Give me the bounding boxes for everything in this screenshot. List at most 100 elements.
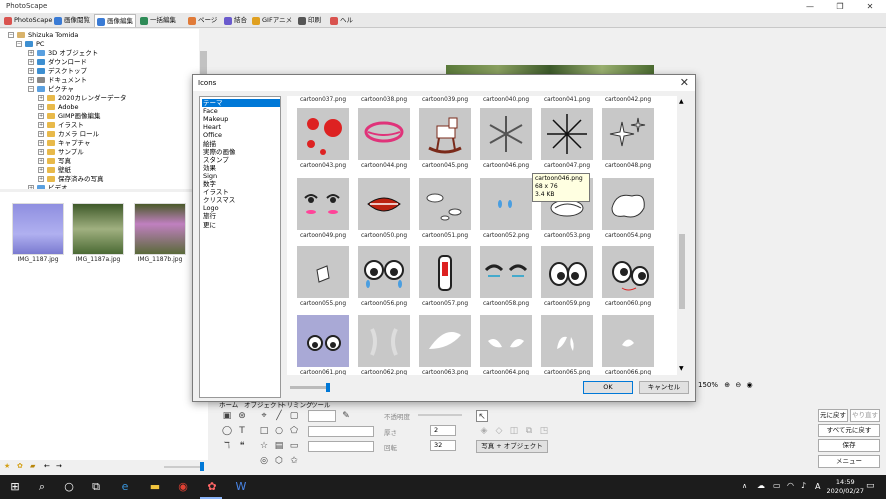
tab-7[interactable]: 印刷 <box>296 14 326 27</box>
minimize-button[interactable]: — <box>796 0 824 13</box>
ime-indicator[interactable]: A <box>815 482 820 491</box>
tree-subitem[interactable]: + 保存済みの写真 <box>38 175 104 184</box>
icon-cell[interactable] <box>602 315 654 367</box>
zoom-in-icon[interactable]: ⊕ <box>724 381 730 389</box>
frame-icon[interactable]: ▤ <box>273 440 285 452</box>
favorites-icon[interactable]: ✿ <box>17 462 23 470</box>
rounded-rect-icon[interactable]: ▭ <box>288 440 300 452</box>
star-icon[interactable]: ☆ <box>258 440 270 452</box>
category-item[interactable]: 効果 <box>202 164 280 172</box>
thumb-size-knob[interactable] <box>200 462 204 471</box>
volume-icon[interactable]: ♪ <box>801 481 806 490</box>
tree-item[interactable]: +3D オブジェクト <box>28 49 98 58</box>
tree-pc[interactable]: − PC <box>16 40 44 49</box>
cancel-button[interactable]: キャンセル <box>639 381 689 394</box>
edge-icon[interactable]: e <box>118 480 132 494</box>
close-window-button[interactable]: ✕ <box>856 0 884 13</box>
forward-arrow-icon[interactable]: → <box>56 462 62 470</box>
speech-bubble-icon[interactable]: ◯ <box>221 425 233 437</box>
icon-cell[interactable] <box>602 108 654 160</box>
start-icon[interactable]: ⊞ <box>8 480 22 494</box>
grid-scroll-thumb[interactable] <box>679 234 685 309</box>
thumbnail-image[interactable] <box>12 203 64 255</box>
pentagon-icon[interactable]: ⬠ <box>288 425 300 437</box>
tree-subitem[interactable]: + 壁紙 <box>38 166 71 175</box>
notification-icon[interactable]: ▭ <box>866 481 875 491</box>
fit-icon[interactable]: ◉ <box>746 381 752 389</box>
tab-6[interactable]: GIFアニメ <box>250 14 294 27</box>
expand-icon[interactable]: + <box>28 77 34 83</box>
category-item[interactable]: イラスト <box>202 188 280 196</box>
icon-cell[interactable] <box>297 108 349 160</box>
tab-5[interactable]: 結合 <box>222 14 248 27</box>
icon-cell[interactable] <box>419 178 471 230</box>
text-style-icon[interactable]: ℸ <box>221 440 233 452</box>
tree-item-cut[interactable]: + ビデオ <box>28 184 68 189</box>
icon-cell[interactable] <box>419 246 471 298</box>
redo-button[interactable]: やり直す <box>850 409 880 422</box>
word-icon[interactable]: W <box>234 480 248 494</box>
image-icon[interactable]: ▣ <box>221 410 233 422</box>
icon-cell[interactable] <box>358 315 410 367</box>
grid-scrollbar[interactable]: ▲ ▼ <box>677 96 687 375</box>
tab-2[interactable]: 画像編集 <box>94 14 136 27</box>
eyedropper-icon[interactable]: ✎ <box>340 410 352 422</box>
wifi-icon[interactable]: ◠ <box>787 481 794 490</box>
zoom-out-icon[interactable]: ⊖ <box>735 381 741 389</box>
ok-button[interactable]: OK <box>583 381 633 394</box>
explorer-icon[interactable]: ▬ <box>148 480 162 494</box>
maximize-button[interactable]: ❐ <box>826 0 854 13</box>
tree-subitem[interactable]: + サンプル <box>38 148 84 157</box>
tree-subitem[interactable]: + イラスト <box>38 121 84 130</box>
photo-object-button[interactable]: 写真 + オブジェクト <box>476 440 548 453</box>
thumb-size-slider[interactable] <box>164 466 204 468</box>
icon-cell[interactable] <box>602 246 654 298</box>
object-icon-3[interactable]: ◫ <box>508 425 520 437</box>
scroll-up-icon[interactable]: ▲ <box>679 98 684 105</box>
tray-chevron-icon[interactable]: ∧ <box>742 482 747 490</box>
icon-cell[interactable] <box>480 315 532 367</box>
category-item[interactable]: スタンプ <box>202 156 280 164</box>
object-icon-4[interactable]: ⧉ <box>523 425 535 437</box>
expand-icon[interactable]: + <box>38 149 44 155</box>
expand-icon[interactable]: + <box>38 104 44 110</box>
expand-icon[interactable]: + <box>38 140 44 146</box>
pointer-icon[interactable]: ↖ <box>476 410 488 422</box>
category-item[interactable]: 旅行 <box>202 212 280 220</box>
tree-subitem[interactable]: + GIMP画像編集 <box>38 112 100 121</box>
icon-size-knob[interactable] <box>326 383 330 392</box>
icon-cell[interactable] <box>358 178 410 230</box>
save-button[interactable]: 保存 <box>818 439 880 452</box>
fill-style-dropdown[interactable] <box>308 441 374 452</box>
scroll-down-icon[interactable]: ▼ <box>679 365 684 372</box>
expand-icon[interactable]: + <box>28 68 34 74</box>
icon-cell[interactable] <box>297 178 349 230</box>
category-item[interactable]: Office <box>202 131 280 139</box>
category-item[interactable]: 絵描 <box>202 140 280 148</box>
icon-cell[interactable] <box>480 246 532 298</box>
undo-button[interactable]: 元に戻す <box>818 409 848 422</box>
chrome-icon[interactable]: ◉ <box>176 480 190 494</box>
icon-cell[interactable] <box>358 108 410 160</box>
dialog-close-icon[interactable]: ✕ <box>680 76 689 89</box>
expand-icon[interactable]: + <box>38 167 44 173</box>
tree-subitem[interactable]: + Adobe <box>38 103 79 112</box>
expand-icon[interactable]: + <box>38 95 44 101</box>
tree-item[interactable]: + デスクトップ <box>28 67 87 76</box>
icon-size-slider[interactable] <box>290 383 330 392</box>
tree-item[interactable]: − ピクチャ <box>28 85 74 94</box>
tab-1[interactable]: 画像閲覧 <box>52 14 92 27</box>
object-icon-1[interactable]: ◈ <box>478 425 490 437</box>
icon-cell[interactable] <box>419 315 471 367</box>
expand-icon[interactable]: − <box>16 41 22 47</box>
tree-subitem[interactable]: +2020カレンダーデータ <box>38 94 127 103</box>
rotation-input[interactable]: 32 <box>430 440 456 451</box>
icon-cell[interactable] <box>541 108 593 160</box>
category-item[interactable]: Face <box>202 107 280 115</box>
expand-icon[interactable]: + <box>38 113 44 119</box>
star-icon-small[interactable]: ★ <box>4 462 10 470</box>
category-list[interactable]: テーマ Face Makeup Heart Office 絵描 実際の画像 スタンプ 効果 Sig… <box>199 96 281 398</box>
thumbnail-image[interactable] <box>72 203 124 255</box>
tab-0[interactable]: PhotoScape <box>2 14 52 27</box>
tab-3[interactable]: 一括編集 <box>138 14 184 27</box>
